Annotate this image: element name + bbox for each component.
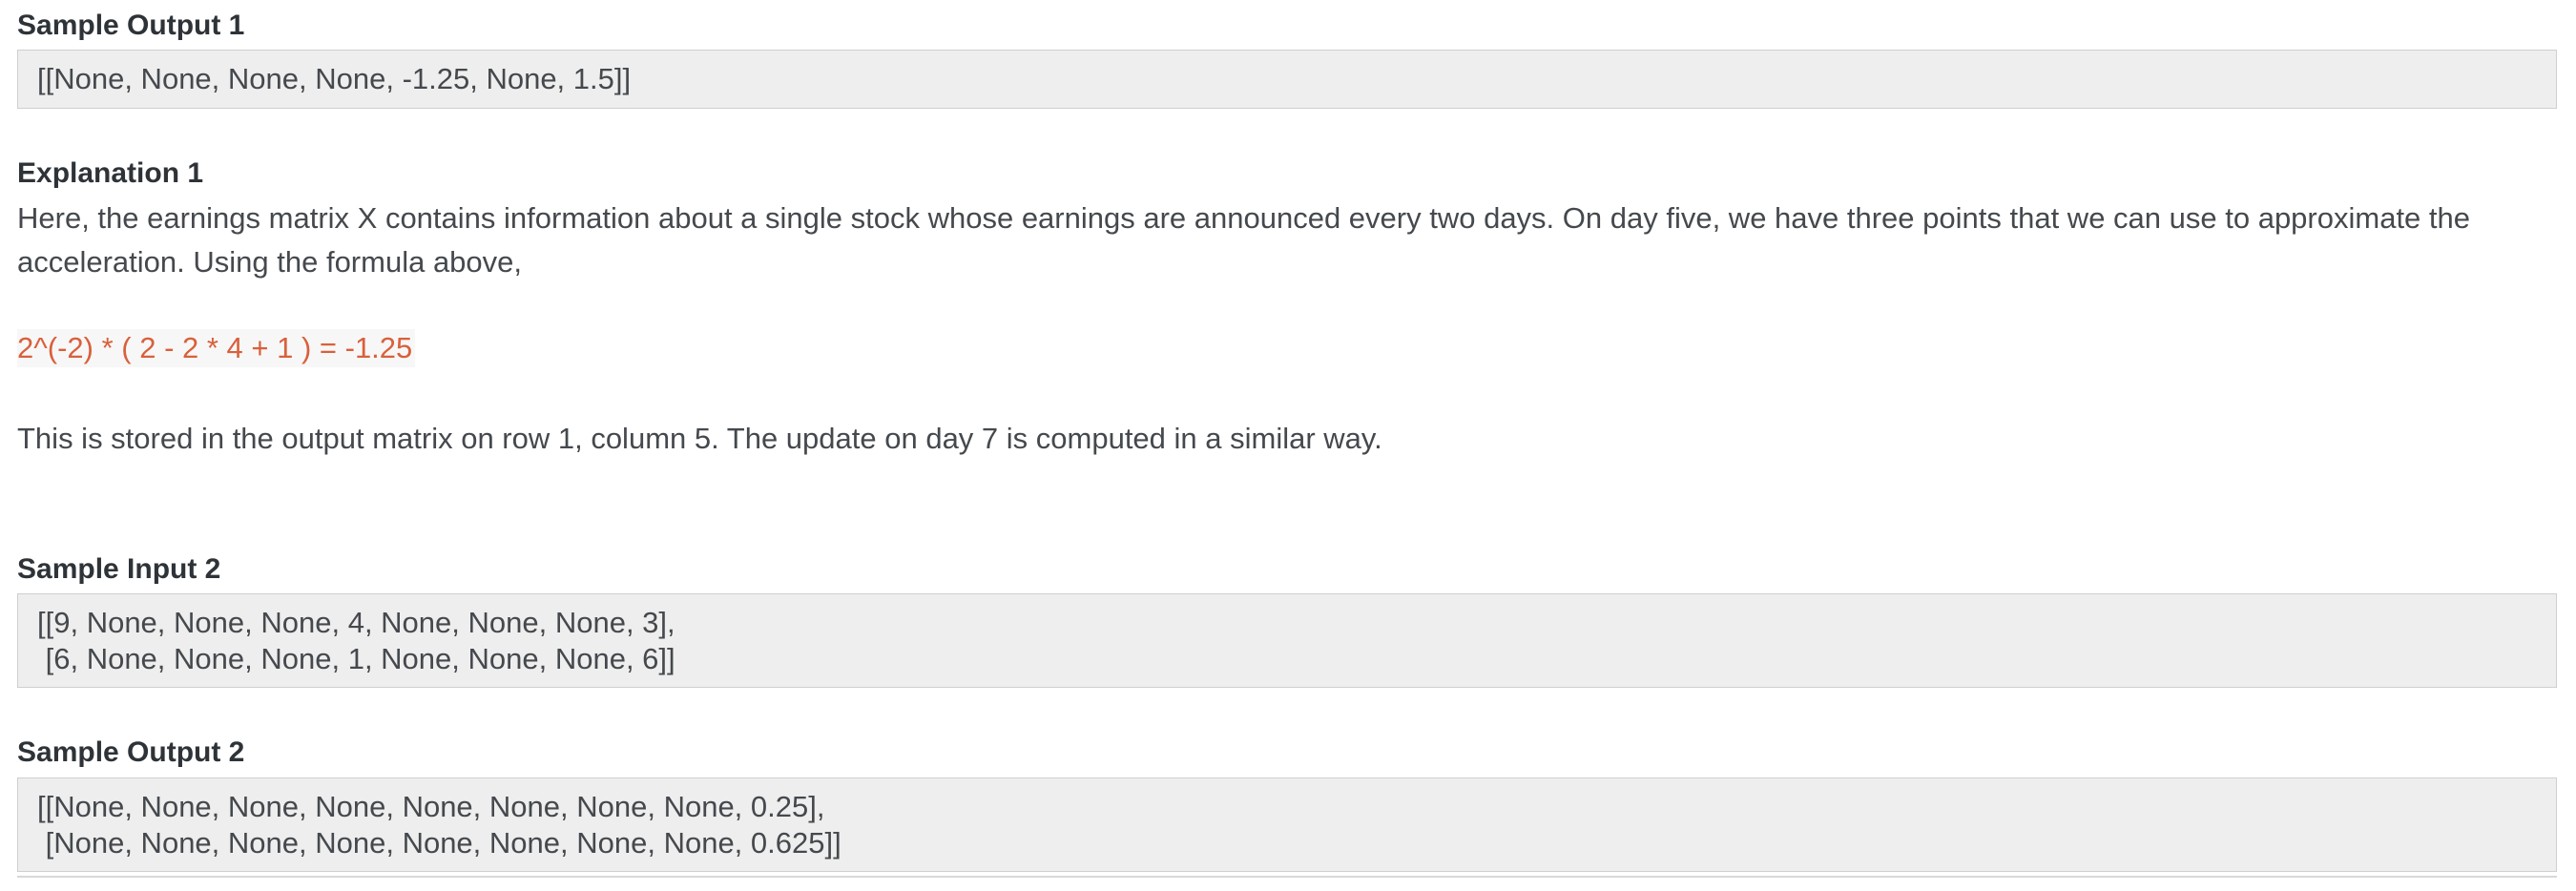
explanation-1-heading: Explanation 1	[17, 157, 204, 189]
code-line: [[9, None, None, None, 4, None, None, No…	[37, 606, 675, 639]
divider	[17, 876, 2557, 878]
sample-output-2-heading: Sample Output 2	[17, 736, 245, 768]
code-line: [[None, None, None, None, -1.25, None, 1…	[37, 62, 632, 95]
explanation-1-paragraph: Here, the earnings matrix X contains inf…	[17, 201, 2471, 279]
sample-output-2-code: [[None, None, None, None, None, None, No…	[17, 777, 2557, 872]
explanation-1-formula: 2^(-2) * ( 2 - 2 * 4 + 1 ) = -1.25	[17, 329, 416, 367]
explanation-1-note: This is stored in the output matrix on r…	[17, 422, 1382, 455]
sample-input-2-heading: Sample Input 2	[17, 553, 221, 585]
code-line: [6, None, None, None, 1, None, None, Non…	[37, 642, 675, 675]
sample-output-1-heading: Sample Output 1	[17, 10, 245, 41]
code-line: [None, None, None, None, None, None, Non…	[37, 826, 841, 860]
sample-input-2-code: [[9, None, None, None, 4, None, None, No…	[17, 593, 2557, 688]
sample-output-1-code: [[None, None, None, None, -1.25, None, 1…	[17, 50, 2557, 109]
code-line: [[None, None, None, None, None, None, No…	[37, 790, 825, 823]
